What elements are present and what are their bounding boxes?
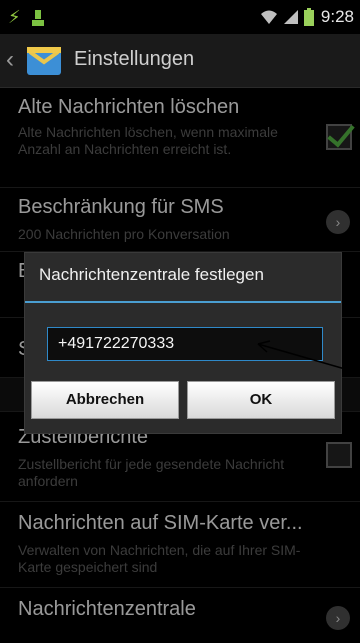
- battery-icon: [303, 8, 314, 26]
- message-center-number-input[interactable]: [47, 327, 323, 361]
- back-icon[interactable]: ‹: [6, 48, 14, 72]
- usb-icon: ⚡: [8, 7, 21, 27]
- signal-icon: [283, 10, 298, 24]
- status-bar: ⚡ 9:28: [0, 0, 360, 34]
- clock: 9:28: [320, 7, 354, 26]
- cancel-button[interactable]: Abbrechen: [31, 381, 179, 419]
- status-left: ⚡: [8, 7, 46, 27]
- dialog-divider: [25, 301, 341, 303]
- messages-app-icon[interactable]: [26, 44, 62, 78]
- ok-button[interactable]: OK: [187, 381, 335, 419]
- action-bar: ‹ Einstellungen: [0, 34, 360, 88]
- status-right: 9:28: [260, 7, 354, 27]
- wifi-icon: [260, 10, 277, 24]
- notification-person-icon: [32, 10, 44, 26]
- page-title: Einstellungen: [74, 48, 195, 70]
- dialog-title: Nachrichtenzentrale festlegen: [39, 265, 264, 284]
- message-center-dialog: Nachrichtenzentrale festlegen Abbrechen …: [24, 252, 342, 434]
